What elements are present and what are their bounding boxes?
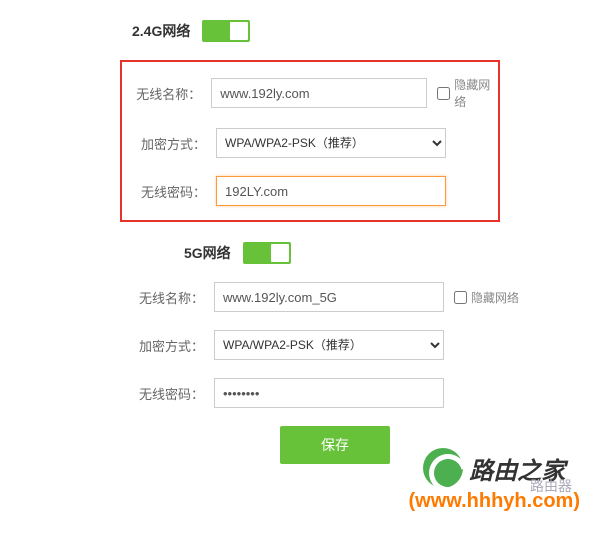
toggle-5g[interactable] <box>243 242 291 264</box>
watermark-logo-icon <box>423 448 463 488</box>
row-5g-pwd: 无线密码： <box>132 378 560 408</box>
checkbox-24g-hide[interactable] <box>437 87 450 100</box>
select-5g-enc[interactable]: WPA/WPA2-PSK（推荐） <box>214 330 444 360</box>
toggle-24g[interactable] <box>202 20 250 42</box>
label-24g-ssid: 无线名称： <box>134 84 201 103</box>
input-5g-pwd[interactable] <box>214 378 444 408</box>
row-24g-ssid: 无线名称： 隐藏网络 <box>122 76 498 110</box>
watermark-sub: 路由器 <box>530 476 572 496</box>
section-24g-title: 2.4G网络 <box>132 21 190 41</box>
input-24g-pwd[interactable] <box>216 176 446 206</box>
label-5g-enc: 加密方式： <box>132 336 204 355</box>
row-24g-enc: 加密方式： WPA/WPA2-PSK（推荐） <box>122 128 498 158</box>
label-24g-enc: 加密方式： <box>134 134 206 153</box>
checkbox-5g-hide[interactable] <box>454 291 467 304</box>
hide-24g-wrap[interactable]: 隐藏网络 <box>437 76 498 110</box>
row-5g-enc: 加密方式： WPA/WPA2-PSK（推荐） <box>132 330 560 360</box>
label-5g-hide: 隐藏网络 <box>471 289 519 306</box>
input-5g-ssid[interactable] <box>214 282 444 312</box>
select-24g-enc[interactable]: WPA/WPA2-PSK（推荐） <box>216 128 446 158</box>
highlight-box-24g: 无线名称： 隐藏网络 加密方式： WPA/WPA2-PSK（推荐） 无线密码： <box>120 60 500 222</box>
label-5g-pwd: 无线密码： <box>132 384 204 403</box>
hide-5g-wrap[interactable]: 隐藏网络 <box>454 289 519 306</box>
label-24g-hide: 隐藏网络 <box>454 76 498 110</box>
label-5g-ssid: 无线名称： <box>132 288 204 307</box>
section-24g-header: 2.4G网络 <box>132 20 560 42</box>
row-24g-pwd: 无线密码： <box>122 176 498 206</box>
input-24g-ssid[interactable] <box>211 78 427 108</box>
section-5g-title: 5G网络 <box>184 243 231 263</box>
save-button[interactable]: 保存 <box>280 426 390 464</box>
watermark: 路由之家 路由器 (www.hhhyh.com) <box>409 448 580 513</box>
section-5g-header: 5G网络 <box>184 242 560 264</box>
row-5g-ssid: 无线名称： 隐藏网络 <box>132 282 560 312</box>
wifi-settings-form: 2.4G网络 无线名称： 隐藏网络 加密方式： WPA/WPA2-PSK（推荐）… <box>0 0 600 484</box>
label-24g-pwd: 无线密码： <box>134 182 206 201</box>
